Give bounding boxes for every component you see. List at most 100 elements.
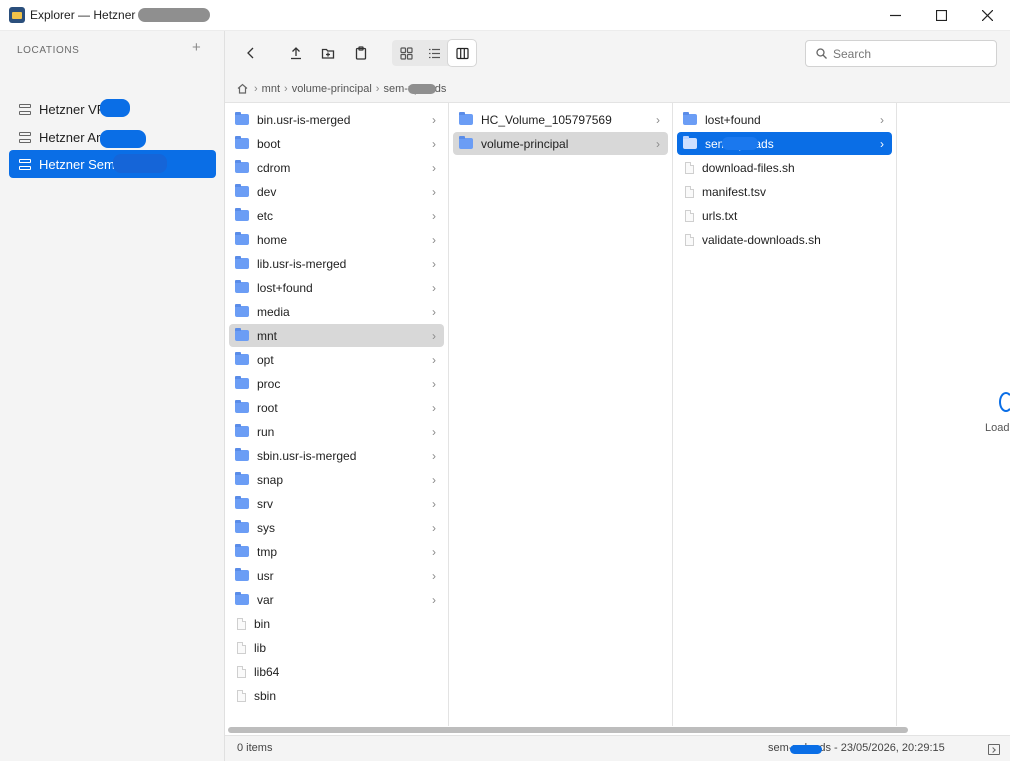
maximize-icon <box>935 10 947 21</box>
status-bar: 0 items sem-uploads - 23/05/2026, 20:29:… <box>225 735 1010 761</box>
folder-row[interactable]: cdrom › <box>229 156 444 179</box>
folder-row[interactable]: boot › <box>229 132 444 155</box>
folder-row[interactable]: run › <box>229 420 444 443</box>
file-row[interactable]: bin <box>229 612 444 635</box>
folder-row[interactable]: usr › <box>229 564 444 587</box>
row-label: lib64 <box>254 664 280 679</box>
terminal-icon[interactable] <box>988 744 1000 755</box>
file-icon <box>237 665 246 678</box>
folder-row[interactable]: lost+found › <box>229 276 444 299</box>
column-root: bin.usr-is-merged › boot › cdrom › dev › etc › hom… <box>225 103 449 726</box>
chevron-right-icon: › <box>432 424 436 439</box>
folder-row[interactable]: var › <box>229 588 444 611</box>
column-view-button[interactable] <box>448 40 476 66</box>
sidebar-item-label: Hetzner VP <box>39 101 106 117</box>
file-icon <box>237 617 246 630</box>
folder-row[interactable]: HC_Volume_105797569 › <box>453 108 668 131</box>
chevron-right-icon: › <box>432 520 436 535</box>
folder-row[interactable]: media › <box>229 300 444 323</box>
row-label: run <box>257 424 275 439</box>
file-icon <box>685 233 694 246</box>
list-view-icon <box>428 48 440 58</box>
file-icon <box>685 185 694 198</box>
folder-row[interactable]: tmp › <box>229 540 444 563</box>
file-row[interactable]: lib <box>229 636 444 659</box>
folder-row[interactable]: sys › <box>229 516 444 539</box>
file-row[interactable]: manifest.tsv <box>677 180 892 203</box>
folder-row[interactable]: srv › <box>229 492 444 515</box>
folder-icon <box>235 400 249 413</box>
breadcrumb-item-volume-principal[interactable]: volume-principal <box>292 83 372 95</box>
row-label: urls.txt <box>702 208 738 223</box>
chevron-right-icon: › <box>432 352 436 367</box>
list-view-button[interactable] <box>420 40 448 66</box>
file-row[interactable]: validate-downloads.sh <box>677 228 892 251</box>
folder-row[interactable]: dev › <box>229 180 444 203</box>
file-icon <box>237 641 246 654</box>
folder-icon <box>235 592 249 605</box>
chevron-right-icon: › <box>432 136 436 151</box>
folder-row[interactable]: home › <box>229 228 444 251</box>
search-input[interactable] <box>833 46 983 61</box>
folder-row[interactable]: snap › <box>229 468 444 491</box>
row-label: dev <box>257 184 277 199</box>
grid-view-button[interactable] <box>392 40 420 66</box>
close-button[interactable] <box>964 0 1010 31</box>
maximize-button[interactable] <box>918 0 964 31</box>
search-box[interactable] <box>805 40 997 67</box>
folder-row[interactable]: sem-uploads› <box>677 132 892 155</box>
chevron-right-icon: › <box>432 400 436 415</box>
home-icon[interactable] <box>237 83 248 94</box>
folder-icon <box>235 232 249 245</box>
horizontal-scrollbar[interactable] <box>228 727 908 733</box>
clipboard-icon <box>355 46 367 60</box>
folder-icon <box>235 304 249 317</box>
back-button[interactable] <box>237 40 265 66</box>
folder-row[interactable]: mnt › <box>229 324 444 347</box>
row-label: snap <box>257 472 284 487</box>
upload-button[interactable] <box>282 40 310 66</box>
folder-icon <box>235 472 249 485</box>
breadcrumb-item-mnt[interactable]: mnt <box>262 83 280 95</box>
chevron-right-icon: › <box>656 136 660 151</box>
clipboard-button[interactable] <box>347 40 375 66</box>
sidebar-item-label: Hetzner Sem <box>39 156 115 172</box>
app-icon <box>9 7 25 23</box>
column-browser: bin.usr-is-merged › boot › cdrom › dev › etc › hom… <box>225 103 1010 726</box>
folder-row[interactable]: proc › <box>229 372 444 395</box>
folder-row[interactable]: sbin.usr-is-merged › <box>229 444 444 467</box>
file-row[interactable]: download-files.sh <box>677 156 892 179</box>
row-label: sbin.usr-is-merged <box>257 448 357 463</box>
back-icon <box>247 47 254 59</box>
server-icon <box>19 131 31 143</box>
folder-row[interactable]: volume-principal › <box>453 132 668 155</box>
file-row[interactable]: urls.txt <box>677 204 892 227</box>
redaction-mark <box>722 137 758 150</box>
chevron-right-icon: › <box>880 136 884 151</box>
add-location-button[interactable]: + <box>192 40 201 55</box>
chevron-right-icon: › <box>432 160 436 175</box>
folder-row[interactable]: bin.usr-is-merged › <box>229 108 444 131</box>
folder-icon <box>235 376 249 389</box>
folder-icon <box>459 112 473 125</box>
row-label: lost+found <box>705 112 761 127</box>
folder-row[interactable]: etc › <box>229 204 444 227</box>
row-label: lib <box>254 640 267 655</box>
folder-row[interactable]: lost+found › <box>677 108 892 131</box>
file-row[interactable]: lib64 <box>229 660 444 683</box>
folder-row[interactable]: root › <box>229 396 444 419</box>
file-row[interactable]: sbin <box>229 684 444 707</box>
folder-icon <box>235 160 249 173</box>
row-label: media <box>257 304 290 319</box>
chevron-right-icon: › <box>656 112 660 127</box>
folder-icon <box>235 424 249 437</box>
chevron-right-icon: › <box>432 592 436 607</box>
row-label: HC_Volume_105797569 <box>481 112 612 127</box>
minimize-button[interactable] <box>872 0 918 31</box>
folder-row[interactable]: lib.usr-is-merged › <box>229 252 444 275</box>
chevron-right-icon: › <box>432 544 436 559</box>
folder-icon <box>235 256 249 269</box>
folder-row[interactable]: opt › <box>229 348 444 371</box>
row-label: opt <box>257 352 274 367</box>
new-folder-button[interactable] <box>314 40 342 66</box>
